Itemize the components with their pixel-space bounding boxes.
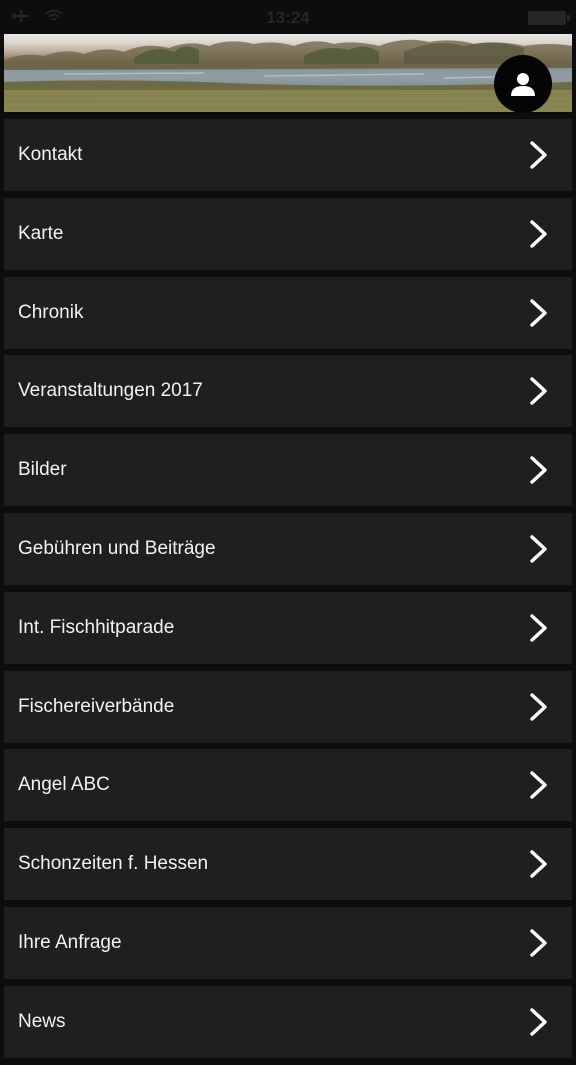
header-banner-image xyxy=(4,34,572,112)
menu-item-label: Chronik xyxy=(18,301,84,323)
menu-item-label: Int. Fischhitparade xyxy=(18,616,175,638)
status-time: 13:24 xyxy=(266,8,310,27)
menu-item-label: Karte xyxy=(18,222,64,244)
chevron-right-icon xyxy=(530,535,547,563)
chevron-right-icon xyxy=(530,1008,547,1036)
menu-item-bilder[interactable]: Bilder xyxy=(4,434,572,507)
menu-item-label: Kontakt xyxy=(18,144,83,165)
menu-item-label: Schonzeiten f. Hessen xyxy=(18,853,209,875)
menu-item-label: Ihre Anfrage xyxy=(18,931,122,953)
menu-item-label: Gebühren und Beiträge xyxy=(18,537,216,559)
chevron-right-icon xyxy=(530,692,547,721)
menu-item-label: News xyxy=(18,1010,66,1032)
menu-item-label: Angel ABC xyxy=(18,774,110,796)
menu-item-news[interactable]: News xyxy=(4,985,572,1058)
menu-list: Kontakt Karte Chronik Veranstaltungen 20… xyxy=(4,119,572,1065)
chevron-right-icon xyxy=(530,850,547,878)
menu-item-label: Fischereiverbände xyxy=(18,695,175,717)
chevron-right-icon xyxy=(530,377,547,406)
menu-item-label: Bilder xyxy=(18,459,67,481)
menu-item-anfrage[interactable]: Ihre Anfrage xyxy=(4,906,572,979)
menu-item-chronik[interactable]: Chronik xyxy=(4,276,572,349)
menu-item-angel-abc[interactable]: Angel ABC xyxy=(4,749,572,822)
menu-item-kontakt[interactable]: Kontakt xyxy=(4,119,572,191)
menu-item-gebuehren[interactable]: Gebühren und Beiträge xyxy=(4,512,572,585)
menu-item-veranstaltungen[interactable]: Veranstaltungen 2017 xyxy=(4,355,572,428)
status-bar: 13:24 xyxy=(0,0,576,34)
chevron-right-icon xyxy=(530,298,547,327)
chevron-right-icon xyxy=(530,929,547,957)
profile-button[interactable] xyxy=(494,55,552,113)
menu-item-schonzeiten[interactable]: Schonzeiten f. Hessen xyxy=(4,828,572,901)
chevron-right-icon xyxy=(530,614,547,642)
chevron-right-icon xyxy=(530,456,547,484)
chevron-right-icon xyxy=(530,220,547,248)
person-icon xyxy=(511,73,535,96)
battery-icon xyxy=(528,11,570,25)
menu-item-karte[interactable]: Karte xyxy=(4,197,572,270)
chevron-right-icon xyxy=(530,141,547,169)
menu-item-fischhitparade[interactable]: Int. Fischhitparade xyxy=(4,591,572,664)
menu-item-fischereiverbaende[interactable]: Fischereiverbände xyxy=(4,670,572,743)
menu-item-label: Veranstaltungen 2017 xyxy=(18,380,203,402)
chevron-right-icon xyxy=(530,771,547,800)
